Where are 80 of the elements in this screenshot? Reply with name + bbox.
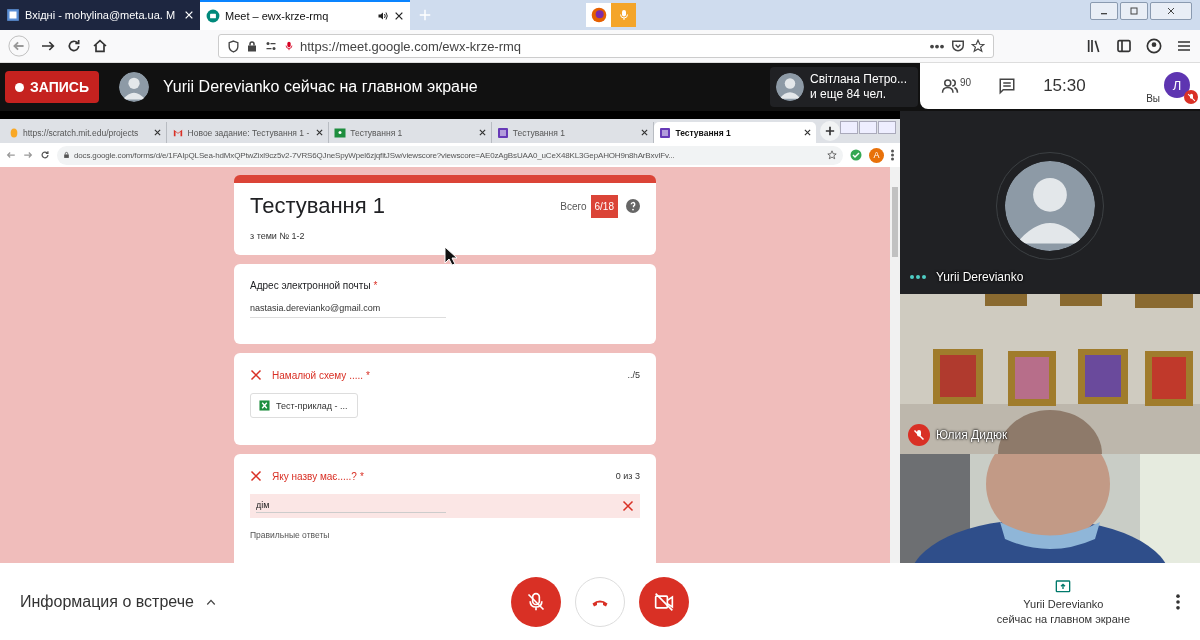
- close-icon[interactable]: [153, 129, 161, 136]
- browser-tab[interactable]: Meet – ewx-krze-rmq: [200, 0, 410, 30]
- url-text: https://meet.google.com/ewx-krze-rmq: [300, 38, 523, 54]
- people-button[interactable]: 90: [940, 77, 972, 95]
- participants-chip[interactable]: Світлана Петро... и еще 84 чел.: [770, 67, 918, 107]
- self-avatar[interactable]: Л: [1164, 72, 1190, 98]
- sidebar-icon[interactable]: [1116, 38, 1132, 54]
- form-title: Тестування 1: [250, 193, 386, 219]
- microphone-icon: [617, 8, 630, 22]
- close-icon: [1167, 7, 1175, 15]
- points-text: 0 из 3: [615, 471, 640, 481]
- microphone-button[interactable]: [511, 577, 561, 627]
- camera-button[interactable]: [639, 577, 689, 627]
- avatar: [776, 73, 804, 101]
- more-icon[interactable]: [1176, 594, 1180, 610]
- forms-icon: [496, 126, 509, 139]
- sheets-icon: [259, 400, 270, 411]
- home-icon[interactable]: [92, 38, 108, 54]
- correct-answers-label: Правильные ответы: [250, 530, 331, 540]
- address-bar[interactable]: https://meet.google.com/ewx-krze-rmq: [218, 34, 994, 58]
- new-tab-icon[interactable]: [824, 126, 835, 136]
- meeting-info-button[interactable]: Информация о встрече: [20, 593, 218, 611]
- back-icon[interactable]: [8, 35, 30, 57]
- record-button[interactable]: ЗАПИСЬ: [5, 71, 99, 103]
- mic-off-icon: [526, 592, 546, 612]
- mic-off-icon: [913, 429, 925, 441]
- presenter-name: Yurii Derevianko: [1023, 598, 1104, 610]
- presenter-status: сейчас на главном экране: [996, 613, 1130, 625]
- pocket-icon[interactable]: [951, 39, 965, 53]
- presenter-text: Yurii Derevianko сейчас на главном экране: [163, 78, 478, 96]
- avatar: [119, 72, 149, 102]
- file-attachment[interactable]: Тест-приклад - ...: [250, 393, 358, 418]
- clock-text: 15:30: [1043, 76, 1086, 96]
- reload-icon[interactable]: [66, 38, 82, 54]
- forms-icon: [659, 126, 672, 139]
- self-label: Вы: [1146, 93, 1160, 104]
- address-bar[interactable]: docs.google.com/forms/d/e/1FAIpQLSea-hdMxQPtwZixl9cz5v2-7VRS6QJneSpyWpel6zjqfitJSw/viewscore?viewscore=AE0zAgBsUAA0_uCeX48KL3GepAHOH9n8hArBxvIFv...: [57, 145, 843, 165]
- back-icon[interactable]: [6, 150, 16, 160]
- total-label: Всего: [560, 200, 587, 212]
- more-icon[interactable]: [929, 43, 945, 49]
- cross-icon: [250, 470, 262, 482]
- check-circle-icon: [850, 149, 862, 161]
- shield-icon: [227, 39, 240, 53]
- help-icon[interactable]: [626, 199, 640, 213]
- close-icon[interactable]: [641, 129, 649, 136]
- reload-icon[interactable]: [40, 150, 50, 160]
- library-icon[interactable]: [1086, 38, 1102, 54]
- close-icon[interactable]: [316, 129, 324, 136]
- answer-field: nastasia.derevianko@gmail.com: [250, 291, 446, 318]
- question-label: Яку назву має.....? *: [272, 470, 364, 482]
- more-icon[interactable]: [891, 149, 894, 161]
- scrollbar-thumb[interactable]: [892, 187, 898, 257]
- people-icon: [940, 77, 960, 95]
- score-badge: 6/18: [590, 194, 618, 218]
- participant-name: Yurii Derevianko: [936, 270, 1024, 284]
- permissions-icon: [264, 40, 278, 52]
- form-description: з теми № 1-2: [250, 231, 306, 241]
- camera-off-icon: [653, 592, 675, 612]
- menu-icon[interactable]: [1176, 38, 1192, 54]
- cross-icon: [622, 500, 634, 512]
- chat-icon[interactable]: [997, 77, 1018, 95]
- maximize-icon: [1130, 7, 1138, 15]
- microphone-icon: [284, 39, 294, 53]
- cross-icon: [250, 369, 262, 381]
- close-icon[interactable]: [394, 11, 404, 21]
- question-label: Адрес электронной почты *: [250, 280, 379, 291]
- browser-tab[interactable]: Вхідні - mohylina@meta.ua. M: [0, 0, 200, 30]
- points-text: ../5: [627, 370, 640, 380]
- answer-field: дім: [250, 494, 640, 518]
- lock-icon: [246, 39, 258, 53]
- account-icon[interactable]: [1146, 38, 1162, 54]
- present-icon: [1054, 579, 1073, 595]
- lock-icon: [63, 151, 70, 159]
- star-icon[interactable]: [827, 150, 837, 160]
- question-label: Намалюй схему ..... *: [272, 369, 370, 381]
- browser-tab[interactable]: Тестування 1: [654, 122, 816, 143]
- close-icon[interactable]: [478, 129, 486, 136]
- close-icon[interactable]: [803, 129, 811, 136]
- star-icon[interactable]: [971, 39, 985, 53]
- speaker-icon[interactable]: [377, 10, 389, 22]
